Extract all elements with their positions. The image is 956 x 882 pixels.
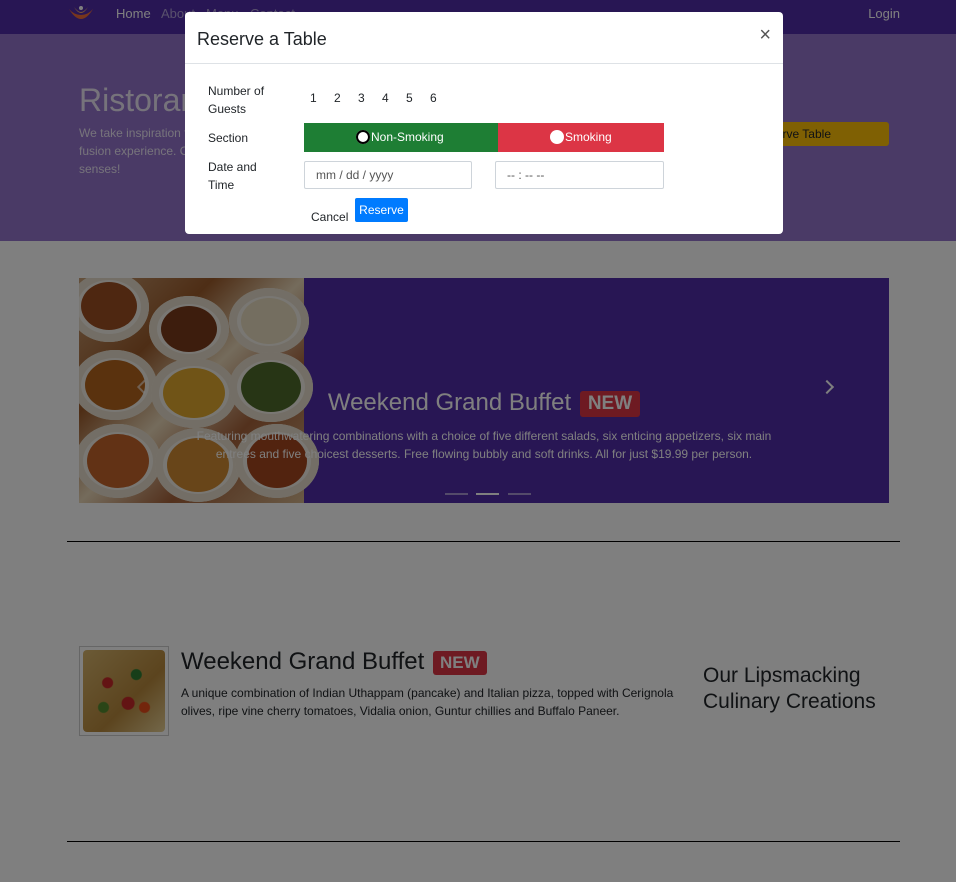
close-icon[interactable]: × <box>759 25 771 45</box>
radio-checked-icon <box>356 130 370 144</box>
guest-option-6[interactable]: 6 <box>430 91 437 105</box>
guest-option-5[interactable]: 5 <box>406 91 413 105</box>
guest-option-4[interactable]: 4 <box>382 91 389 105</box>
reserve-button[interactable]: Reserve <box>355 198 408 222</box>
non-smoking-label: Non-Smoking <box>371 130 444 144</box>
radio-unchecked-icon <box>550 130 564 144</box>
date-input[interactable]: mm / dd / yyyy <box>304 161 472 189</box>
smoking-label: Smoking <box>565 130 612 144</box>
datetime-label: Date and Time <box>208 160 257 192</box>
modal-title: Reserve a Table <box>197 29 327 49</box>
cancel-button[interactable]: Cancel <box>311 210 348 224</box>
section-label: Section <box>208 131 249 145</box>
guests-label: Number of Guests <box>208 84 265 116</box>
non-smoking-option[interactable]: Non-Smoking <box>304 123 498 152</box>
smoking-option[interactable]: Smoking <box>498 123 664 152</box>
time-input[interactable]: -- : -- -- <box>495 161 664 189</box>
reserve-modal: Reserve a Table × Number of Guests 1 2 3… <box>185 12 783 234</box>
modal-header: Reserve a Table × <box>185 12 783 64</box>
guest-option-1[interactable]: 1 <box>310 91 317 105</box>
guest-option-2[interactable]: 2 <box>334 91 341 105</box>
guest-option-3[interactable]: 3 <box>358 91 365 105</box>
